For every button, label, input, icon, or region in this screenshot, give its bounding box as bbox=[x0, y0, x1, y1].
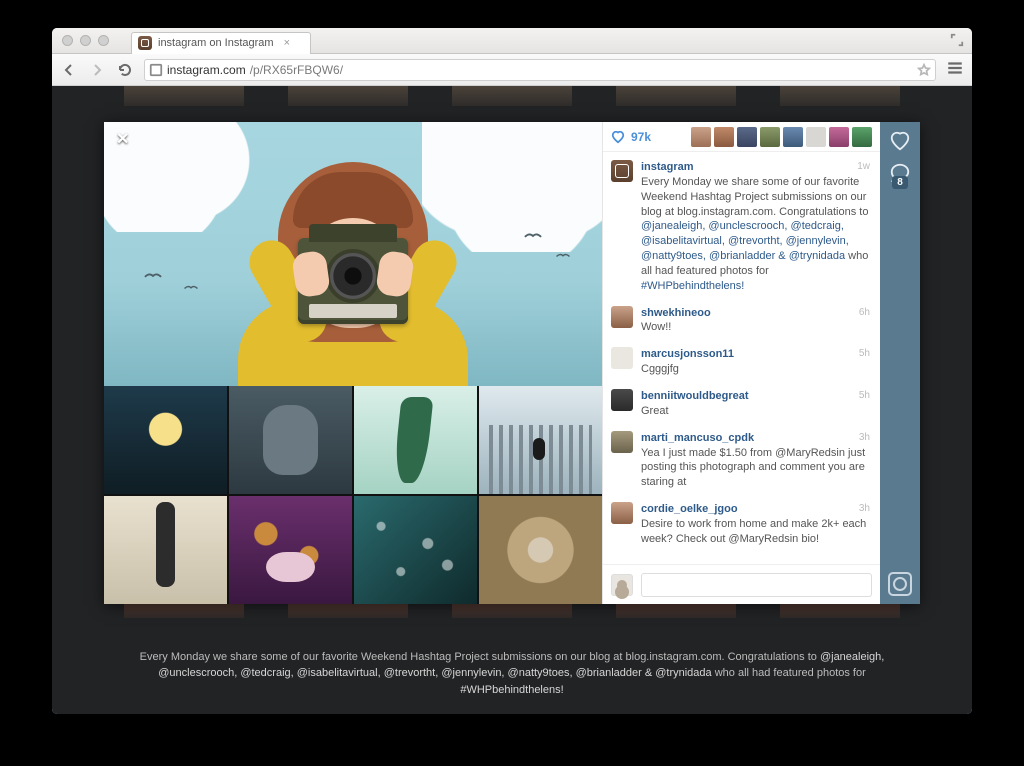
heart-icon bbox=[611, 130, 625, 144]
commenter-username[interactable]: shwekhineoo bbox=[641, 307, 711, 319]
comments-scroll[interactable]: 1w instagram Every Monday we share some … bbox=[603, 152, 880, 564]
comment-age: 5h bbox=[859, 389, 870, 403]
commenter-username[interactable]: cordie_oelke_jgoo bbox=[641, 503, 738, 515]
caption-hashtag[interactable]: #WHPbehindthelens! bbox=[641, 280, 744, 292]
address-bar[interactable]: instagram.com/p/RX65rFBQW6/ bbox=[144, 59, 936, 81]
grid-thumb bbox=[104, 496, 227, 604]
tab-title: instagram on Instagram bbox=[158, 37, 274, 49]
tab-close-icon[interactable]: × bbox=[284, 37, 290, 49]
browser-toolbar: instagram.com/p/RX65rFBQW6/ bbox=[52, 54, 972, 86]
window-titlebar: instagram on Instagram × bbox=[52, 28, 972, 54]
comment-text: Wow!! bbox=[641, 321, 671, 333]
commenter-username[interactable]: marcusjonsson11 bbox=[641, 348, 734, 360]
close-icon[interactable]: ✕ bbox=[116, 132, 134, 150]
commenter-avatar[interactable] bbox=[611, 431, 633, 453]
comment-item: 5h marcusjonsson11 Cgggjfg bbox=[603, 339, 880, 381]
url-path: /p/RX65rFBQW6/ bbox=[250, 63, 343, 77]
comment-text: Yea I just made $1.50 from @MaryRedsin j… bbox=[641, 447, 865, 489]
comment-age: 3h bbox=[859, 431, 870, 445]
browser-window: instagram on Instagram × instagram.com/p… bbox=[52, 28, 972, 714]
post-age: 1w bbox=[857, 160, 870, 174]
post-sidebar: 97k 1w instagram Every Monday we share s… bbox=[602, 122, 920, 604]
page-content: ✕ bbox=[52, 86, 972, 714]
author-avatar[interactable] bbox=[611, 160, 633, 182]
chrome-menu-icon[interactable] bbox=[946, 59, 964, 80]
likes-count[interactable]: 97k bbox=[631, 130, 651, 144]
commenter-avatar[interactable] bbox=[611, 502, 633, 524]
post-hero-image bbox=[104, 122, 602, 386]
site-info-icon[interactable] bbox=[149, 63, 163, 77]
grid-thumb bbox=[229, 496, 352, 604]
back-button[interactable] bbox=[60, 61, 78, 79]
grid-thumb bbox=[354, 386, 477, 494]
comment-age: 5h bbox=[859, 347, 870, 361]
comment-input[interactable] bbox=[641, 573, 872, 597]
comment-item: 6h shwekhineoo Wow!! bbox=[603, 298, 880, 340]
comment-count-badge: 8 bbox=[892, 176, 908, 189]
author-username[interactable]: instagram bbox=[641, 161, 694, 173]
reload-button[interactable] bbox=[116, 61, 134, 79]
post-lightbox: ✕ bbox=[104, 122, 920, 604]
fullscreen-icon[interactable] bbox=[950, 33, 964, 47]
post-media bbox=[104, 122, 602, 604]
action-rail: 8 bbox=[880, 122, 920, 604]
commenter-username[interactable]: marti_mancuso_cpdk bbox=[641, 432, 754, 444]
grid-thumb bbox=[229, 386, 352, 494]
likes-row: 97k bbox=[603, 122, 880, 152]
grid-thumb bbox=[479, 386, 602, 494]
post-caption: 1w instagram Every Monday we share some … bbox=[603, 152, 880, 298]
url-host: instagram.com bbox=[167, 63, 246, 77]
comment-composer bbox=[603, 564, 880, 604]
comment-item: 5h benniitwouldbegreat Great bbox=[603, 381, 880, 423]
bookmark-star-icon[interactable] bbox=[917, 63, 931, 77]
commenter-avatar[interactable] bbox=[611, 347, 633, 369]
browser-tab[interactable]: instagram on Instagram × bbox=[131, 32, 311, 54]
caption-mentions[interactable]: @janealeigh, @unclescrooch, @tedcraig, @… bbox=[641, 220, 849, 262]
comment-age: 3h bbox=[859, 502, 870, 516]
comment-text: Desire to work from home and make 2k+ ea… bbox=[641, 518, 866, 545]
comment-text: Great bbox=[641, 405, 669, 417]
illustration-girl-camera bbox=[238, 156, 468, 386]
instagram-glyph-icon[interactable] bbox=[888, 572, 912, 596]
forward-button[interactable] bbox=[88, 61, 106, 79]
comment-item: 3h marti_mancuso_cpdk Yea I just made $1.5… bbox=[603, 423, 880, 494]
grid-thumb bbox=[354, 496, 477, 604]
commenter-username[interactable]: benniitwouldbegreat bbox=[641, 390, 749, 402]
like-button-icon[interactable] bbox=[889, 130, 911, 152]
overlay-hashtag[interactable]: #WHPbehindthelens! bbox=[460, 684, 563, 696]
instagram-favicon-icon bbox=[138, 36, 152, 50]
grid-thumb bbox=[104, 386, 227, 494]
comment-text: Cgggjfg bbox=[641, 363, 679, 375]
post-photo-grid bbox=[104, 386, 602, 604]
grid-thumb bbox=[479, 496, 602, 604]
liker-avatars[interactable] bbox=[691, 127, 872, 147]
traffic-lights[interactable] bbox=[62, 35, 109, 46]
lightbox-caption-overlay: Every Monday we share some of our favori… bbox=[122, 649, 902, 699]
caption-text-pre: Every Monday we share some of our favori… bbox=[641, 176, 868, 218]
background-thumbs-bottom bbox=[52, 604, 972, 618]
comment-age: 6h bbox=[859, 306, 870, 320]
comment-item: 3h cordie_oelke_jgoo Desire to work from h… bbox=[603, 494, 880, 551]
commenter-avatar[interactable] bbox=[611, 306, 633, 328]
my-avatar bbox=[611, 574, 633, 596]
commenter-avatar[interactable] bbox=[611, 389, 633, 411]
background-thumbs-top bbox=[52, 86, 972, 106]
